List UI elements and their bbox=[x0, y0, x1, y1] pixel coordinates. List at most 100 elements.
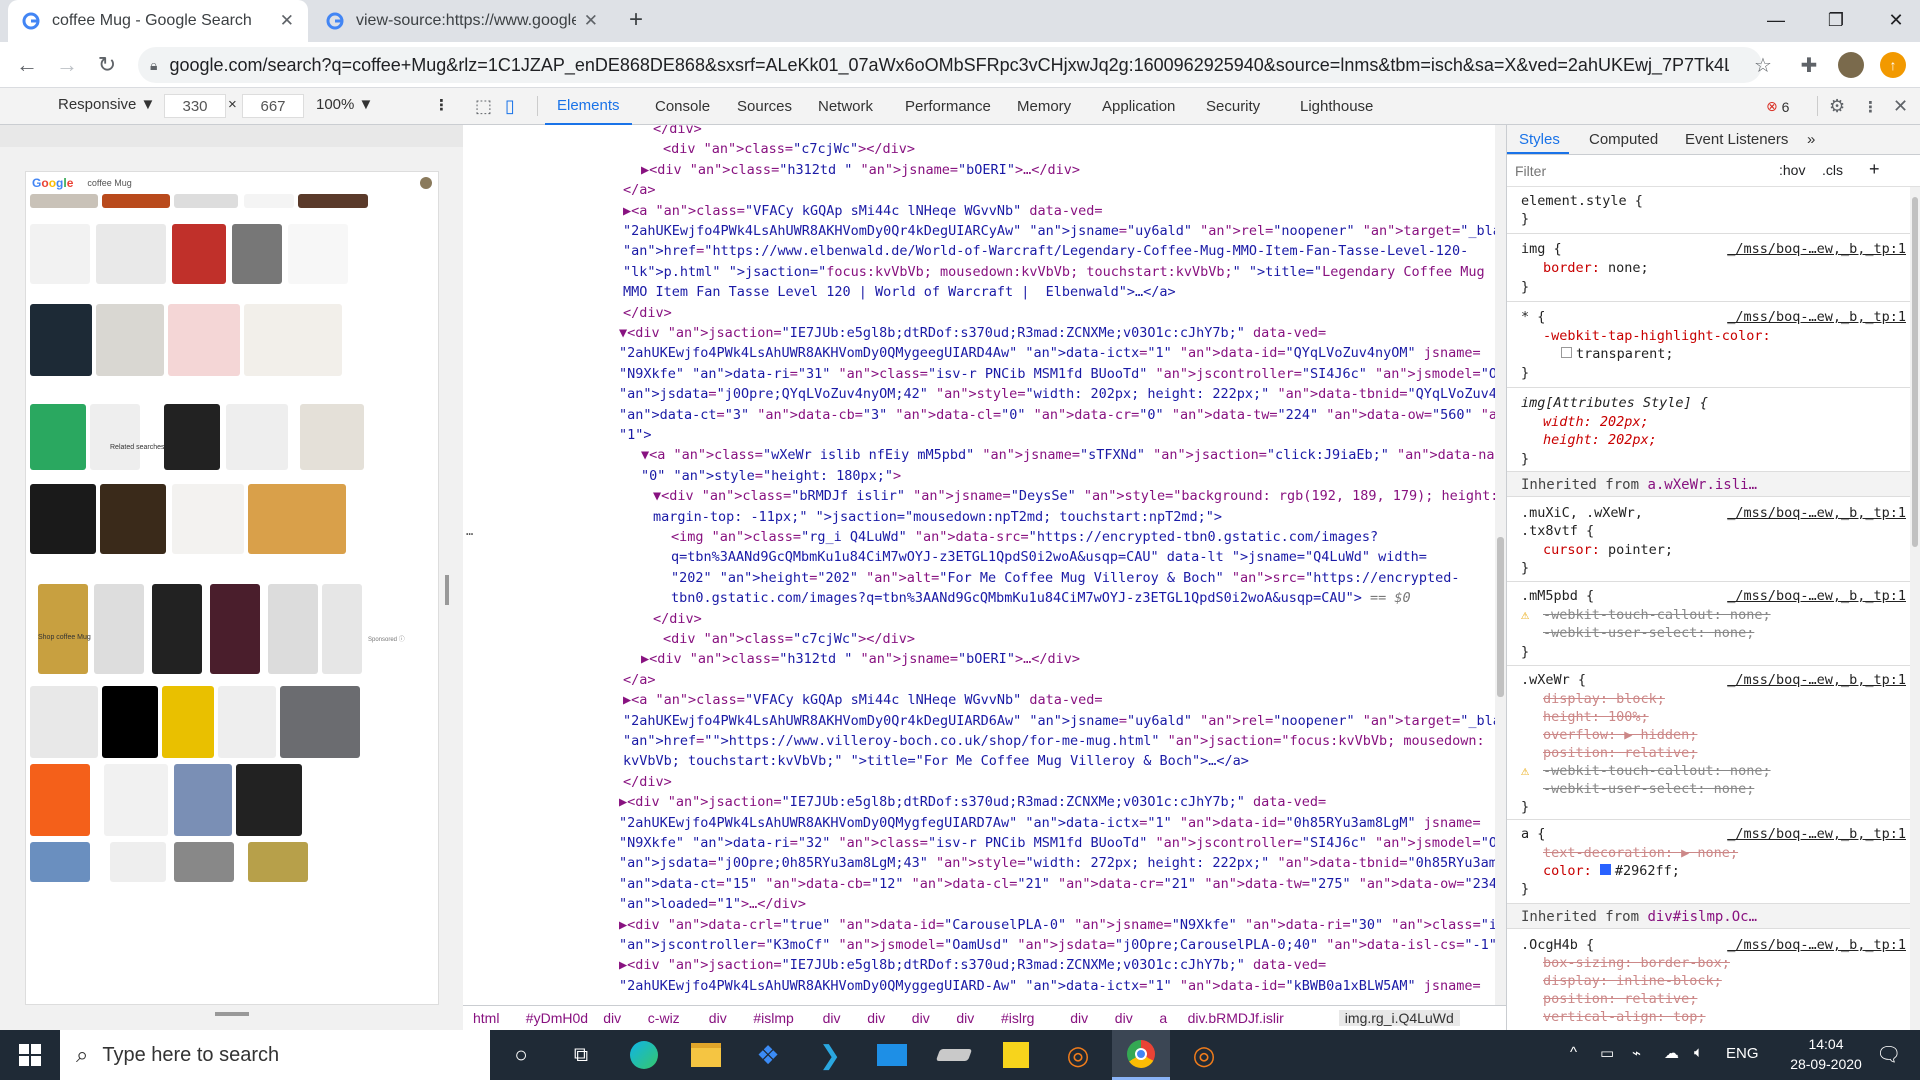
inspect-icon[interactable]: ⬚ bbox=[475, 88, 492, 125]
dom-node-line[interactable]: "an">href="https://www.elbenwald.de/Worl… bbox=[623, 241, 1506, 261]
reload-icon[interactable]: ↻ bbox=[90, 48, 124, 82]
dom-node-line[interactable]: "an">href="">https://www.villeroy-boch.c… bbox=[623, 731, 1506, 751]
class-toggle[interactable]: .cls bbox=[1822, 162, 1843, 178]
viewport-width-input[interactable]: 330 bbox=[164, 94, 226, 118]
battery-icon[interactable]: ▭ bbox=[1600, 1044, 1614, 1062]
prop-touch-callout[interactable]: -webkit-touch-callout: none; bbox=[1543, 607, 1771, 623]
tab-lighthouse[interactable]: Lighthouse bbox=[1300, 88, 1373, 125]
clock-time[interactable]: 14:04 bbox=[1786, 1036, 1866, 1052]
dom-node-line[interactable]: "an">data-ct="3" "an">data-cb="3" "an">d… bbox=[619, 405, 1506, 425]
taskbar-search[interactable]: ⌕ Type here to search bbox=[60, 1030, 490, 1080]
tab-security[interactable]: Security bbox=[1206, 88, 1260, 125]
new-rule-icon[interactable]: + bbox=[1869, 159, 1880, 180]
dom-node-line[interactable]: ▼<div "an">class="bRMDJf islir" "an">jsn… bbox=[653, 486, 1506, 506]
close-icon[interactable]: ✕ bbox=[584, 11, 598, 31]
val-pointer[interactable]: pointer; bbox=[1600, 542, 1673, 558]
elements-tree[interactable]: </div> <div "an">class="c7cjWc"></div> ▶<d… bbox=[463, 125, 1506, 1005]
styles-scrollbar[interactable] bbox=[1910, 187, 1920, 1030]
jupyter-icon[interactable]: ◎ bbox=[1050, 1030, 1106, 1080]
image-result-thumbnail[interactable] bbox=[104, 764, 168, 836]
prop-position[interactable]: position: relative; bbox=[1543, 745, 1697, 761]
source-link[interactable]: _/mss/boq-…ew,_b,_tp:1 bbox=[1727, 826, 1906, 842]
tab-event-listeners[interactable]: Event Listeners bbox=[1685, 131, 1788, 148]
resize-handle-bottom[interactable] bbox=[215, 1012, 249, 1016]
prop-display[interactable]: display: block; bbox=[1543, 691, 1665, 707]
val-border[interactable]: none; bbox=[1600, 260, 1649, 276]
input-language[interactable]: ENG bbox=[1726, 1045, 1759, 1062]
dom-node-line[interactable]: "N9Xkfe" "an">data-ri="32" "an">class="i… bbox=[619, 833, 1506, 853]
prop-height[interactable]: height: 100%; bbox=[1543, 709, 1649, 725]
notifications-icon[interactable]: 🗨︎ bbox=[1876, 1042, 1901, 1067]
breadcrumb-item[interactable]: c-wiz bbox=[648, 1010, 680, 1026]
image-result-thumbnail[interactable] bbox=[174, 842, 234, 882]
image-result-thumbnail[interactable] bbox=[236, 764, 302, 836]
viewport-height-input[interactable]: 667 bbox=[242, 94, 304, 118]
tab-console[interactable]: Console bbox=[655, 88, 710, 125]
image-result-thumbnail[interactable] bbox=[298, 194, 368, 208]
address-bar[interactable]: 🔒︎ google.com/search?q=coffee+Mug&rlz=1C… bbox=[138, 47, 1762, 83]
node-actions-ellipsis[interactable]: … bbox=[466, 524, 473, 538]
dom-node-line[interactable]: "1"> bbox=[619, 425, 1506, 445]
breadcrumb-item[interactable]: div bbox=[603, 1010, 621, 1026]
jupyter-icon[interactable]: ◎ bbox=[1176, 1030, 1232, 1080]
breadcrumb-item[interactable]: div bbox=[956, 1010, 974, 1026]
dom-node-line[interactable]: ▶<a "an">class="VFACy kGQAp sMi44c lNHeq… bbox=[623, 690, 1506, 710]
image-result-thumbnail[interactable] bbox=[268, 584, 318, 674]
prop-border[interactable]: border: bbox=[1543, 260, 1600, 276]
selected-dom-node-line[interactable]: <img "an">class="rg_i Q4LuWd" "an">data-… bbox=[671, 527, 1506, 547]
dom-node-line[interactable]: ▶<div "an">jsaction="IE7JUb:e5gl8b;dtRDo… bbox=[619, 792, 1506, 812]
dom-node-line[interactable]: </div> bbox=[623, 772, 1506, 792]
source-link[interactable]: _/mss/boq-…ew,_b,_tp:1 bbox=[1727, 505, 1906, 521]
dom-node-line[interactable]: "2ahUKEwjfo4PWk4LsAhUWR8AKHVomDy0Qr4kDeg… bbox=[623, 711, 1506, 731]
dom-node-line[interactable]: "an">jscontroller="K3moCf" "an">jsmodel=… bbox=[619, 935, 1506, 955]
source-link[interactable]: _/mss/boq-…ew,_b,_tp:1 bbox=[1727, 588, 1906, 604]
breadcrumb-item[interactable]: div.bRMDJf.islir bbox=[1188, 1010, 1284, 1026]
dom-node-line[interactable]: ▶<div "an">data-crl="true" "an">data-id=… bbox=[619, 915, 1506, 935]
image-result-thumbnail[interactable] bbox=[248, 842, 308, 882]
dom-node-line[interactable]: </a> bbox=[623, 670, 1506, 690]
dom-node-line[interactable]: <div "an">class="c7cjWc"></div> bbox=[663, 629, 1506, 649]
breadcrumb-item[interactable]: div bbox=[823, 1010, 841, 1026]
tab-sources[interactable]: Sources bbox=[737, 88, 792, 125]
dropbox-icon[interactable]: ❖ bbox=[740, 1030, 796, 1080]
image-result-thumbnail[interactable] bbox=[288, 224, 348, 284]
tab-performance[interactable]: Performance bbox=[905, 88, 991, 125]
close-window-icon[interactable]: ✕ bbox=[1866, 0, 1920, 40]
maximize-icon[interactable]: ❐ bbox=[1806, 0, 1866, 40]
prop-user-select[interactable]: -webkit-user-select: none; bbox=[1543, 781, 1754, 797]
dom-node-line[interactable]: ▶<a "an">class="VFACy kGQAp sMi44c lNHeq… bbox=[623, 201, 1506, 221]
prop-overflow[interactable]: overflow: ▶ hidden; bbox=[1543, 727, 1697, 743]
tab-styles[interactable]: Styles bbox=[1519, 131, 1560, 148]
device-toggle-icon[interactable]: ▯ bbox=[505, 88, 515, 125]
elements-scrollbar[interactable] bbox=[1495, 125, 1506, 1005]
hover-state-toggle[interactable]: :hov bbox=[1779, 162, 1805, 178]
image-result-thumbnail[interactable] bbox=[168, 304, 240, 376]
more-tabs-icon[interactable]: » bbox=[1807, 131, 1815, 148]
clock-date[interactable]: 28-09-2020 bbox=[1786, 1056, 1866, 1072]
mail-icon[interactable] bbox=[864, 1030, 920, 1080]
image-result-thumbnail[interactable] bbox=[30, 686, 98, 758]
prop-user-select[interactable]: -webkit-user-select: none; bbox=[1543, 625, 1754, 641]
windows-start-icon[interactable] bbox=[0, 1030, 60, 1080]
image-result-thumbnail[interactable] bbox=[226, 404, 288, 470]
scrollbar-thumb[interactable] bbox=[1912, 197, 1918, 547]
styles-filter-input[interactable] bbox=[1515, 160, 1705, 182]
image-result-thumbnail[interactable] bbox=[102, 194, 170, 208]
dom-node-line[interactable]: </div> bbox=[623, 303, 1506, 323]
resize-handle-right[interactable] bbox=[445, 575, 449, 605]
tab-google-search[interactable]: coffee Mug - Google Search ✕ bbox=[8, 0, 308, 42]
network-icon[interactable]: ⌁ bbox=[1632, 1044, 1641, 1062]
dom-node-line[interactable]: "an">jsdata="j0Opre;QYqLVoZuv4nyOM;42" "… bbox=[619, 384, 1506, 404]
extensions-icon[interactable]: ✚ bbox=[1796, 52, 1822, 78]
dom-node-line[interactable]: margin-top: -11px;" ">jsaction="mousedow… bbox=[653, 507, 1506, 527]
selected-dom-node-line[interactable]: q=tbn%3AANd9GcQMbmKu1u84CiM7wOYJ-z3ETGL1… bbox=[671, 547, 1506, 567]
prop-text-decoration[interactable]: text-decoration: ▶ none; bbox=[1543, 845, 1738, 861]
prop-box-sizing[interactable]: box-sizing: border-box; bbox=[1543, 955, 1730, 971]
prop-tap-highlight[interactable]: -webkit-tap-highlight-color: bbox=[1543, 328, 1771, 344]
tab-view-source[interactable]: view-source:https://www.google. ✕ bbox=[312, 0, 612, 42]
back-icon[interactable]: ← bbox=[10, 48, 44, 82]
image-result-thumbnail[interactable] bbox=[280, 686, 360, 758]
breadcrumb-item[interactable]: div bbox=[912, 1010, 930, 1026]
update-icon[interactable]: ↑ bbox=[1880, 52, 1906, 78]
inherited-link[interactable]: div#islmp.Oc… bbox=[1647, 909, 1757, 925]
